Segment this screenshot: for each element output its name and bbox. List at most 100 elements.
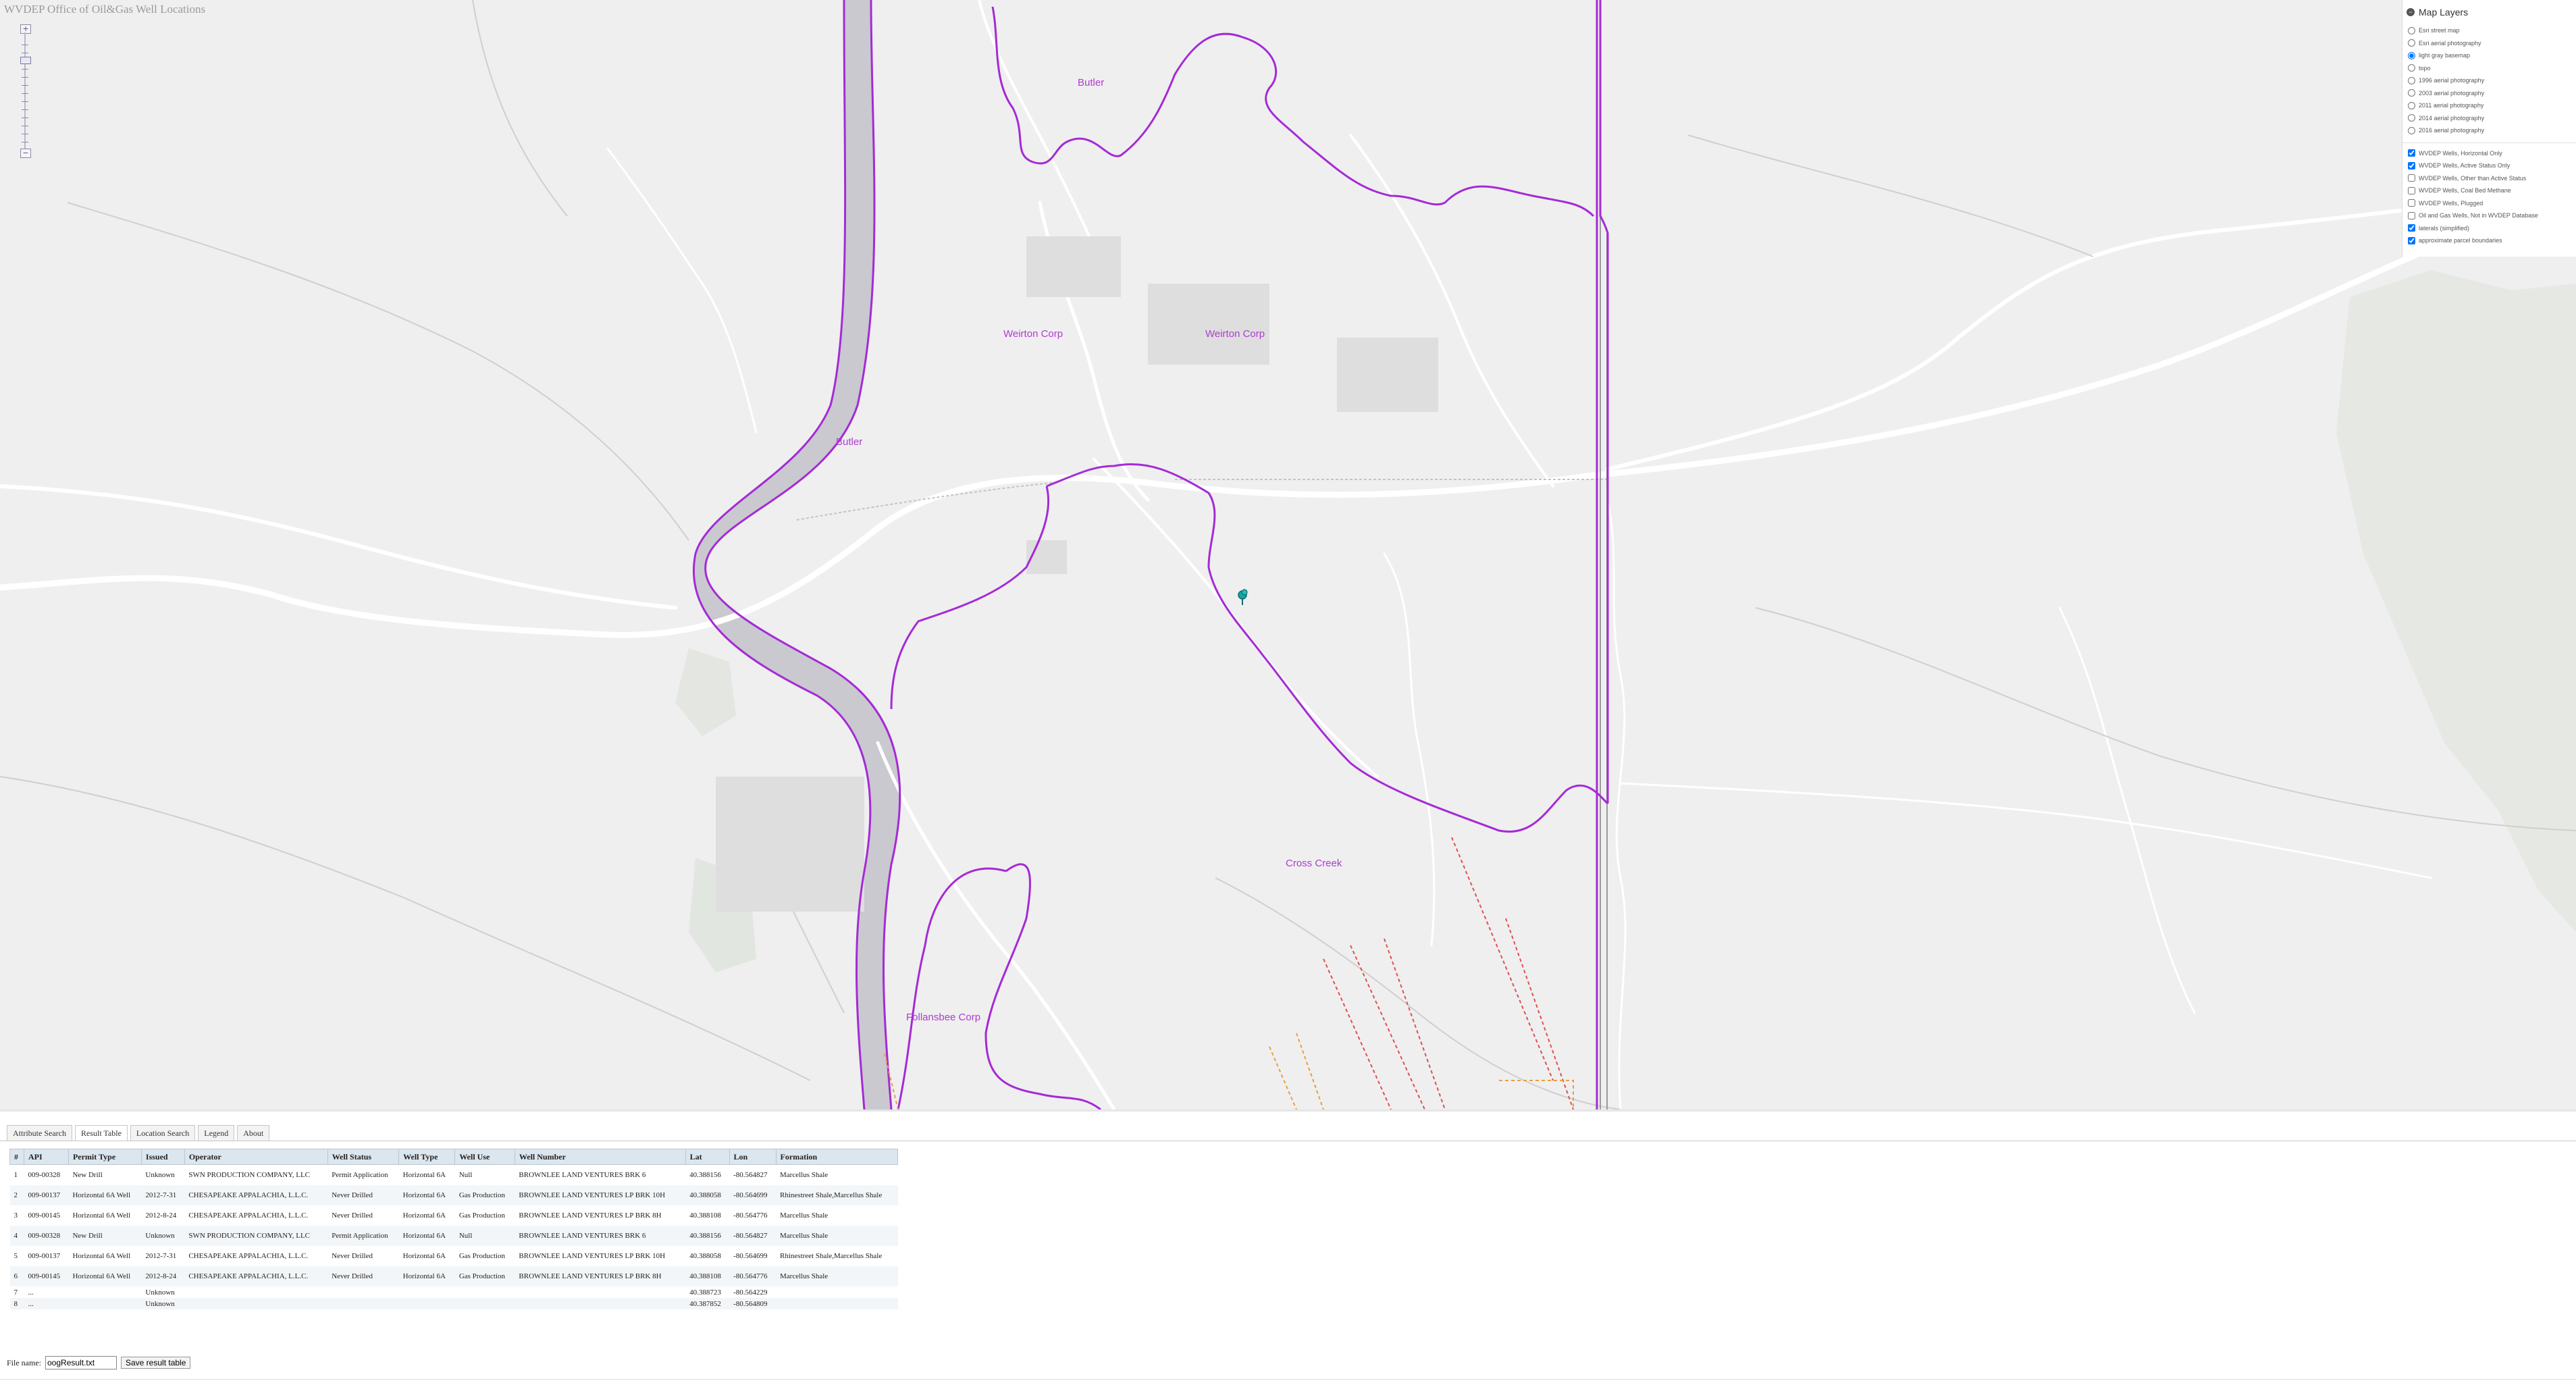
cell-well-number: BROWNLEE LAND VENTURES BRK 6 xyxy=(515,1226,686,1246)
basemap-radio[interactable] xyxy=(2408,126,2415,134)
column-header-index[interactable]: # xyxy=(9,1149,24,1165)
table-row[interactable]: 8... Unknown 40.387852 -80.564809 xyxy=(9,1298,898,1309)
cell-index: 2 xyxy=(9,1185,24,1205)
cell-formation xyxy=(776,1286,897,1298)
table-row[interactable]: 7... Unknown 40.388723 -80.564229 xyxy=(10,1286,898,1298)
overlay-option-wvdep-wells-active-status-only[interactable]: WVDEP Wells, Active Status Only xyxy=(2402,159,2576,172)
basemap-option-2016-aerial-photography[interactable]: 2016 aerial photography xyxy=(2402,124,2576,137)
column-header-formation[interactable]: Formation xyxy=(775,1149,899,1165)
map-label-butler: Butler xyxy=(1078,77,1105,88)
cell-issued: Unknown xyxy=(145,1288,175,1297)
basemap-option-1996-aerial-photography[interactable]: 1996 aerial photography xyxy=(2402,74,2576,87)
tab-attribute-search[interactable]: Attribute Search xyxy=(7,1125,72,1141)
cell-well-status: Permit Application xyxy=(327,1226,399,1246)
table-row[interactable]: 4 009-00328 New Drill Unknown SWN PRODUCTION… xyxy=(9,1226,898,1246)
zoom-slider[interactable]: + − xyxy=(19,24,31,158)
overlay-label: approximate parcel boundaries xyxy=(2419,237,2502,244)
column-header-lat[interactable]: Lat xyxy=(685,1149,730,1165)
cell-lon: -80.564809 xyxy=(729,1298,777,1309)
cell-issued: Unknown xyxy=(145,1171,175,1179)
basemap-option-esri-street-map[interactable]: Esri street map xyxy=(2402,24,2576,37)
cell-issued: 2012-7-31 xyxy=(145,1252,177,1260)
overlay-option-wvdep-wells-plugged[interactable]: WVDEP Wells, Plugged xyxy=(2402,197,2576,210)
basemap-radio[interactable] xyxy=(2408,89,2415,97)
overlay-option-wvdep-wells-coal-bed-methane[interactable]: WVDEP Wells, Coal Bed Methane xyxy=(2402,184,2576,197)
zoom-in-button[interactable]: + xyxy=(20,24,31,34)
basemap-option-2011-aerial-photography[interactable]: 2011 aerial photography xyxy=(2402,99,2576,112)
save-result-table-button[interactable]: Save result table xyxy=(121,1357,191,1369)
overlay-checkbox[interactable] xyxy=(2408,199,2415,207)
map-view[interactable]: WVDEP Office of Oil&Gas Well Locations +… xyxy=(0,0,2576,1110)
basemap-option-2003-aerial-photography[interactable]: 2003 aerial photography xyxy=(2402,87,2576,100)
basemap-radio[interactable] xyxy=(2408,64,2415,72)
column-header-operator[interactable]: Operator xyxy=(184,1149,328,1165)
tab-location-search[interactable]: Location Search xyxy=(130,1125,196,1141)
overlay-option-approximate-parcel-boundaries[interactable]: approximate parcel boundaries xyxy=(2402,234,2576,247)
collapse-icon[interactable]: − xyxy=(2407,8,2415,16)
map-label-cross-creek: Cross Creek xyxy=(1286,858,1342,869)
basemap-radio[interactable] xyxy=(2408,101,2415,109)
column-header-well-use[interactable]: Well Use xyxy=(454,1149,515,1165)
basemap-option-2014-aerial-photography[interactable]: 2014 aerial photography xyxy=(2402,112,2576,125)
table-row[interactable]: 3 009-00145 Horizontal 6A Well 2012-8-24 CHE… xyxy=(10,1205,898,1226)
basemap-radio[interactable] xyxy=(2408,114,2415,122)
table-row[interactable]: 6 009-00145 Horizontal 6A Well 2012-8-24 CHE… xyxy=(9,1266,898,1286)
cell-well-use: Gas Production xyxy=(454,1266,515,1286)
table-row[interactable]: 2 009-00137 Horizontal 6A Well 2012-7-31 CHE… xyxy=(9,1185,898,1205)
map-layers-header[interactable]: − Map Layers xyxy=(2402,0,2576,24)
column-header-permit-type[interactable]: Permit Type xyxy=(68,1149,142,1165)
overlay-option-wvdep-wells-other-than-active-status[interactable]: WVDEP Wells, Other than Active Status xyxy=(2402,172,2576,185)
cell-well-number: BROWNLEE LAND VENTURES LP BRK 8H xyxy=(515,1266,686,1286)
overlay-option-wvdep-wells-horizontal-only[interactable]: WVDEP Wells, Horizontal Only xyxy=(2402,147,2576,160)
column-header-well-status[interactable]: Well Status xyxy=(327,1149,400,1165)
column-header-well-number[interactable]: Well Number xyxy=(514,1149,686,1165)
tab-legend[interactable]: Legend xyxy=(198,1125,235,1141)
app-title: WVDEP Office of Oil&Gas Well Locations xyxy=(4,3,206,16)
cell-lon: -80.564776 xyxy=(733,1211,768,1220)
overlay-option-oil-and-gas-wells-not-in-wvdep-database[interactable]: Oil and Gas Wells, Not in WVDEP Database xyxy=(2402,209,2576,222)
cell-formation: Marcellus Shale xyxy=(776,1266,898,1286)
column-header-issued[interactable]: Issued xyxy=(140,1149,185,1165)
overlay-checkbox[interactable] xyxy=(2408,149,2415,157)
overlay-checkbox[interactable] xyxy=(2408,224,2415,232)
cell-well-type: Horizontal 6A xyxy=(402,1211,446,1220)
column-header-lon[interactable]: Lon xyxy=(729,1149,777,1165)
overlay-checkbox[interactable] xyxy=(2408,236,2415,244)
cell-api: ... xyxy=(24,1298,69,1309)
tab-result-table[interactable]: Result Table xyxy=(74,1125,128,1141)
column-header-api[interactable]: API xyxy=(24,1149,69,1165)
file-name-input[interactable] xyxy=(45,1356,117,1369)
overlay-checkbox[interactable] xyxy=(2408,211,2415,219)
cell-index: 3 xyxy=(14,1211,18,1220)
well-marker-icon[interactable] xyxy=(1236,589,1249,608)
basemap-radio[interactable] xyxy=(2408,51,2415,59)
basemap-radio[interactable] xyxy=(2408,39,2415,47)
tab-about[interactable]: About xyxy=(237,1125,270,1141)
overlay-option-laterals-simplified[interactable]: laterals (simplified) xyxy=(2402,222,2576,235)
cell-well-use: Gas Production xyxy=(454,1185,515,1205)
column-header-well-type[interactable]: Well Type xyxy=(398,1149,456,1165)
table-row[interactable]: 1 009-00328 New Drill Unknown SWN PRODUCTION… xyxy=(10,1165,898,1186)
table-row[interactable]: 5 009-00137 Horizontal 6A Well 2012-7-31 CHE… xyxy=(10,1246,898,1266)
overlay-checkbox[interactable] xyxy=(2408,186,2415,194)
basemap-option-esri-aerial-photography[interactable]: Esri aerial photography xyxy=(2402,37,2576,50)
map-label-butler-river: Butler xyxy=(836,436,863,448)
basemap-label: 2003 aerial photography xyxy=(2419,89,2485,97)
cell-well-status: Never Drilled xyxy=(327,1266,399,1286)
cell-api: 009-00145 xyxy=(28,1211,61,1220)
cell-operator: CHESAPEAKE APPALACHIA, L.L.C. xyxy=(184,1185,328,1205)
basemap-option-topo[interactable]: topo xyxy=(2402,62,2576,75)
overlay-checkbox[interactable] xyxy=(2408,174,2415,182)
cell-well-use xyxy=(454,1298,515,1309)
tab-bar: Attribute Search Result Table Location Sea… xyxy=(7,1125,272,1141)
cell-well-use: Null xyxy=(458,1171,473,1179)
cell-index: 4 xyxy=(9,1226,24,1246)
overlay-checkbox[interactable] xyxy=(2408,161,2415,169)
zoom-out-button[interactable]: − xyxy=(20,149,31,158)
basemap-radio[interactable] xyxy=(2408,76,2415,84)
cell-permit-type: Horizontal 6A Well xyxy=(72,1211,131,1220)
overlay-label: WVDEP Wells, Coal Bed Methane xyxy=(2419,187,2511,194)
zoom-handle[interactable] xyxy=(20,57,31,64)
basemap-radio[interactable] xyxy=(2408,26,2415,34)
basemap-option-light-gray-basemap[interactable]: light gray basemap xyxy=(2402,49,2576,62)
